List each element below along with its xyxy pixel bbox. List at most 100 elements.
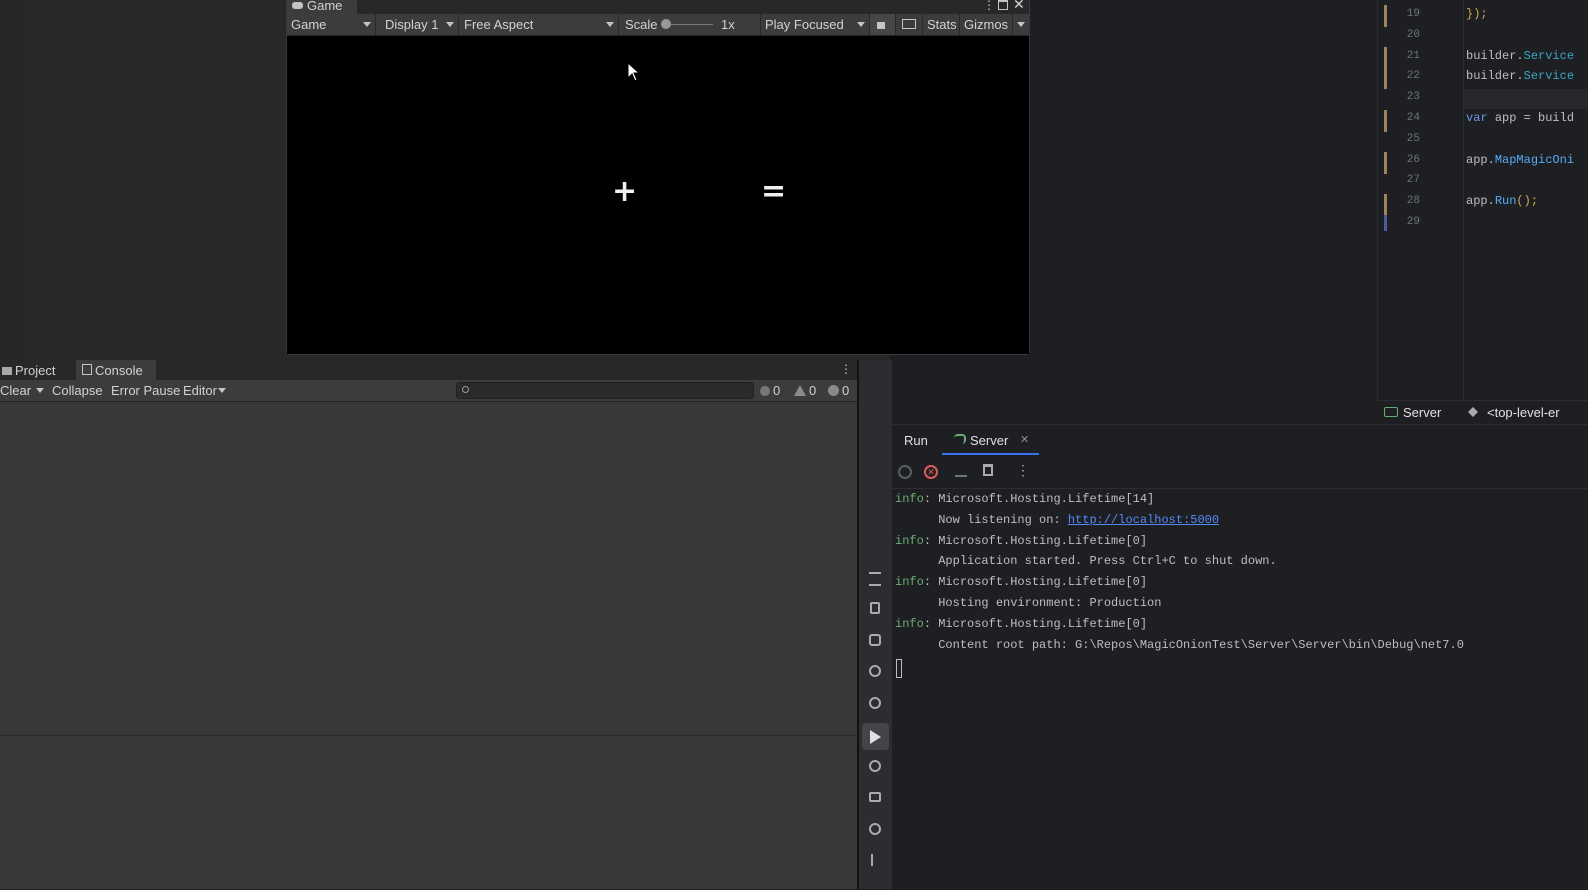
- log-line: info: Microsoft.Hosting.Lifetime[0]: [895, 575, 1147, 589]
- log-text: Content root path: G:\Repos\MagicOnionTe…: [938, 637, 1464, 652]
- close-tab-icon[interactable]: ✕: [1020, 433, 1029, 446]
- code-line: app.MapMagicOni: [1466, 152, 1575, 167]
- mute-audio-toggle[interactable]: [870, 14, 896, 35]
- stop-icon[interactable]: ✕: [924, 465, 938, 479]
- console-detail-pane[interactable]: [0, 736, 858, 889]
- git-icon[interactable]: [871, 854, 873, 866]
- equals-symbol: =: [761, 174, 787, 209]
- game-viewport[interactable]: + =: [287, 36, 1029, 354]
- line-number: 23: [1406, 91, 1420, 104]
- shortcuts-toggle[interactable]: [896, 14, 923, 35]
- run-console-output[interactable]: info: Microsoft.Hosting.Lifetime[14] Now…: [892, 489, 1588, 890]
- log-level-prefix: info: [895, 533, 924, 548]
- terminal-caret: [896, 659, 902, 678]
- trash-icon[interactable]: [983, 464, 993, 476]
- breadcrumb-scope[interactable]: <top-level-er: [1487, 405, 1560, 420]
- gamepad-icon: [292, 2, 303, 9]
- editor-target-dropdown[interactable]: Editor: [183, 380, 229, 401]
- breadcrumb-project[interactable]: Server: [1403, 405, 1441, 420]
- more-options-icon[interactable]: ⋮: [840, 362, 852, 376]
- profiler-icon[interactable]: [869, 697, 881, 709]
- play-mode-dropdown[interactable]: Play Focused: [761, 14, 870, 35]
- line-number: 20: [1406, 28, 1420, 41]
- info-count-toggle[interactable]: 0: [760, 380, 780, 401]
- log-text: Hosting environment: Production: [938, 596, 1162, 610]
- game-view-dropdown[interactable]: Game: [287, 14, 376, 35]
- chevron-down-icon: [446, 22, 454, 27]
- code-line: app.Run();: [1466, 194, 1539, 209]
- gizmos-label: Gizmos: [964, 17, 1009, 32]
- gizmos-dropdown[interactable]: [1013, 14, 1029, 35]
- stats-toggle[interactable]: Stats: [923, 14, 960, 35]
- chevron-down-icon: [857, 22, 865, 27]
- console-log-list[interactable]: [0, 402, 858, 736]
- warning-icon: [794, 385, 806, 396]
- unity-scene-left-edge: [0, 0, 25, 360]
- log-line: Application started. Press Ctrl+C to shu…: [895, 554, 1276, 568]
- clear-button[interactable]: Clear: [0, 380, 31, 401]
- search-icon: [462, 386, 469, 393]
- log-text: Microsoft.Hosting.Lifetime[0]: [938, 533, 1148, 548]
- scale-control: Scale 1x: [621, 14, 761, 35]
- warning-count-toggle[interactable]: 0: [794, 380, 816, 401]
- console-toolbar: Clear Collapse Error Pause Editor 0 0 0: [0, 380, 858, 402]
- gizmos-toggle[interactable]: Gizmos: [960, 14, 1013, 35]
- chevron-down-icon: [36, 388, 44, 393]
- clear-options-dropdown[interactable]: [32, 380, 46, 401]
- log-indent: [895, 638, 938, 652]
- maximize-icon[interactable]: [998, 0, 1008, 10]
- chevron-down-icon: [606, 22, 614, 27]
- log-link[interactable]: http://localhost:5000: [1068, 513, 1219, 527]
- console-tab-bar: Project Console ⋮: [0, 360, 858, 381]
- server-run-icon: [954, 434, 966, 444]
- info-icon: [760, 386, 770, 396]
- tab-server[interactable]: Server ✕: [942, 425, 1039, 455]
- scale-slider-track[interactable]: [665, 24, 713, 25]
- log-separator: :: [923, 575, 939, 590]
- problems-icon[interactable]: [869, 823, 881, 835]
- console-search-input[interactable]: [456, 382, 754, 399]
- log-line: info: Microsoft.Hosting.Lifetime[0]: [895, 534, 1147, 548]
- code-line: builder.Service: [1466, 48, 1575, 63]
- code-line: });: [1466, 7, 1488, 21]
- scroll-to-end-icon[interactable]: [955, 465, 967, 477]
- tab-console[interactable]: Console: [76, 360, 156, 381]
- debug-icon[interactable]: [869, 665, 881, 677]
- game-window-titlebar[interactable]: Game ⋮ ✕: [287, 0, 1029, 14]
- code-editor[interactable]: }); builder.Service builder.Service var app…: [1463, 0, 1588, 400]
- error-count: 0: [842, 383, 850, 398]
- close-icon[interactable]: ✕: [1013, 0, 1025, 13]
- tab-project[interactable]: Project: [0, 360, 74, 381]
- aspect-dropdown[interactable]: Free Aspect: [460, 14, 619, 35]
- chevron-down-icon: [363, 22, 371, 27]
- run-configurations-icon[interactable]: [869, 760, 881, 772]
- error-pause-toggle[interactable]: Error Pause: [111, 380, 180, 401]
- terminal-icon[interactable]: [869, 792, 881, 802]
- log-line: info: Microsoft.Hosting.Lifetime[14]: [895, 492, 1154, 506]
- more-options-icon[interactable]: ⋮: [983, 0, 995, 12]
- editor-breadcrumb-bar: Server <top-level-er: [1377, 400, 1588, 425]
- current-line-highlight: [1464, 89, 1588, 109]
- log-level-prefix: info: [895, 575, 924, 590]
- log-text: Microsoft.Hosting.Lifetime[0]: [938, 575, 1148, 590]
- rerun-icon[interactable]: [898, 465, 912, 479]
- display-dropdown[interactable]: Display 1: [381, 14, 459, 35]
- vcs-change-marker: [1384, 152, 1387, 174]
- structure-icon[interactable]: [869, 572, 881, 586]
- more-options-icon[interactable]: ⋮: [1016, 462, 1030, 479]
- namespace-icon: [1468, 407, 1478, 417]
- services-icon[interactable]: [869, 634, 881, 646]
- scale-slider-handle[interactable]: [661, 19, 671, 29]
- chevron-down-icon: [1017, 22, 1025, 27]
- game-tab-label: Game: [307, 0, 343, 13]
- plus-symbol: +: [612, 174, 638, 209]
- game-tab[interactable]: Game: [287, 0, 357, 14]
- collapse-toggle[interactable]: Collapse: [52, 380, 103, 401]
- error-count-toggle[interactable]: 0: [828, 380, 849, 401]
- vcs-change-marker: [1384, 194, 1387, 216]
- line-number: 25: [1406, 132, 1420, 145]
- build-icon[interactable]: [870, 602, 880, 614]
- vcs-change-marker: [1384, 47, 1387, 89]
- log-separator: :: [923, 533, 939, 548]
- log-separator: :: [923, 616, 939, 631]
